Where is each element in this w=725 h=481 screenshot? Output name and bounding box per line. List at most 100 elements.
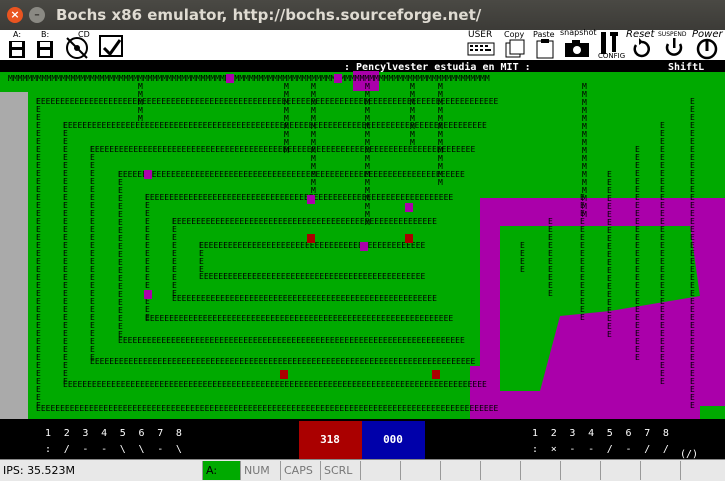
floppy-b-button[interactable]: B:	[34, 30, 56, 60]
hud-glyph: 4	[101, 428, 107, 439]
minimize-window-button[interactable]: –	[29, 7, 45, 23]
status-bar: IPS: 35.523M A: NUM CAPS SCRL	[0, 459, 725, 481]
status-slot	[681, 461, 725, 480]
hud-glyph: -	[569, 444, 575, 455]
hud-glyph: /	[607, 444, 613, 455]
hud-glyph: 2	[64, 428, 70, 439]
hud-glyph: 7	[157, 428, 163, 439]
maze-segment: EEEEEEEEEEEEEEEEEEEEEEEEEEEEEEEEEEEEEEEE…	[145, 193, 453, 202]
maze-segment: E	[548, 289, 553, 298]
maze-segment: M	[311, 186, 316, 195]
status-slot	[481, 461, 521, 480]
hud-glyph: 6	[139, 428, 145, 439]
player2-hint: (/)	[680, 449, 698, 459]
marker	[144, 290, 152, 299]
hud-glyph: 4	[588, 428, 594, 439]
maze-segment: EEEEEEEEEEEEEEEEEEEEEEEEEEEEEEEEEEEEEEEE…	[63, 121, 487, 130]
hud-glyph: 5	[607, 428, 613, 439]
reset-label: Reset	[626, 29, 655, 40]
marker	[226, 74, 234, 83]
paste-label: Paste	[533, 30, 555, 39]
hud-glyph: 7	[644, 428, 650, 439]
maze-segment: E	[520, 265, 525, 274]
maze-segment: E	[63, 377, 68, 386]
floppy-a-label: A:	[13, 30, 22, 39]
hud-glyph: :	[532, 444, 538, 455]
hud-glyph: -	[101, 444, 107, 455]
hud-glyph: 5	[120, 428, 126, 439]
window-title: Bochs x86 emulator, http://bochs.sourcef…	[56, 6, 482, 24]
status-slot	[561, 461, 601, 480]
caps-lock-indicator: CAPS	[281, 461, 321, 480]
player2-score: 000	[383, 433, 403, 446]
hud-glyph: -	[588, 444, 594, 455]
shift-hint: ShiftL	[668, 61, 704, 73]
emulator-screen[interactable]: : Pencylvester estudia en MIT : ShiftL M…	[0, 61, 725, 419]
hud-glyph: 1	[45, 428, 51, 439]
close-window-button[interactable]: ×	[7, 7, 23, 23]
maze-segment: E	[172, 289, 177, 298]
copy-button[interactable]: Copy	[502, 30, 528, 60]
suspend-button[interactable]: SUSPEND	[658, 30, 690, 60]
ips-readout: IPS: 35.523M	[0, 461, 203, 480]
hud-glyph: :	[45, 444, 51, 455]
floppy-a-button[interactable]: A:	[6, 30, 28, 60]
hud-glyph: /	[644, 444, 650, 455]
reset-button[interactable]: Reset	[626, 29, 658, 60]
left-wall	[0, 92, 28, 419]
maze-segment: E	[145, 313, 150, 322]
config-button[interactable]: CONFIG	[596, 30, 626, 60]
maze-segment: E	[635, 353, 640, 362]
marker	[360, 242, 368, 251]
maze-segment: M	[138, 114, 143, 123]
maze-segment: E	[36, 401, 41, 410]
hud-glyph: 3	[569, 428, 575, 439]
hud-glyph: /	[64, 444, 70, 455]
maze-segment: EEEEEEEEEEEEEEEEEEEEEEEEEEEEEEEEEEEEEEEE…	[90, 357, 475, 366]
config-label: CONFIG	[598, 52, 626, 60]
cdrom-button[interactable]: CD	[62, 30, 92, 60]
status-slot	[641, 461, 681, 480]
maze-segment: MMMMMMMMMMMMMMMMMMMMMMMMMMMMMMMMMMMMMMMM…	[8, 74, 490, 83]
boot-button[interactable]	[96, 30, 126, 60]
suspend-label: SUSPEND	[658, 31, 687, 38]
power-label: Power	[692, 29, 723, 40]
marker	[405, 203, 413, 212]
status-slot	[601, 461, 641, 480]
hud-glyph: -	[157, 444, 163, 455]
hud-glyph: -	[82, 444, 88, 455]
red-marker	[307, 234, 315, 243]
hud-glyph: \	[120, 444, 126, 455]
maze-segment: E	[199, 265, 204, 274]
hud-glyph: 8	[176, 428, 182, 439]
hud-glyph: 8	[663, 428, 669, 439]
marker	[144, 170, 152, 179]
hud-glyph: 1	[532, 428, 538, 439]
hud-glyph: 3	[82, 428, 88, 439]
snapshot-button[interactable]: snapshot	[560, 28, 597, 60]
maze-segment: EEEEEEEEEEEEEEEEEEEEEEEEEEEEEEEEEEEEEEEE…	[90, 145, 475, 154]
status-slot	[401, 461, 441, 480]
floppy-b-label: B:	[41, 30, 50, 39]
user-button[interactable]: USER	[466, 30, 496, 60]
player1-score: 318	[320, 433, 340, 446]
hud-glyph: \	[139, 444, 145, 455]
status-slot	[361, 461, 401, 480]
marker	[334, 74, 342, 83]
scroll-lock-indicator: SCRL	[321, 461, 361, 480]
maze-segment: E	[607, 330, 612, 339]
status-slot	[521, 461, 561, 480]
maze-segment: M	[410, 138, 415, 147]
maze-segment: E	[90, 353, 95, 362]
game-hud: 1 2 3 4 5 6 7 8 : / - - \ \ - \ 318 000 1 2 3 4 5 6 7 8 : × - - /…	[0, 419, 725, 459]
marker	[307, 195, 315, 204]
maze-segment: M	[365, 218, 370, 227]
paste-button[interactable]: Paste	[532, 30, 558, 60]
boot-icon	[99, 35, 123, 57]
hud-glyph: 6	[626, 428, 632, 439]
cdrom-label: CD	[78, 30, 90, 39]
maze-segment: EEEEEEEEEEEEEEEEEEEEEEEEEEEEEEEEEEEEEEEE…	[36, 97, 499, 106]
power-button[interactable]: Power	[690, 29, 725, 60]
maze-segment: M	[438, 178, 443, 187]
hud-glyph: -	[626, 444, 632, 455]
